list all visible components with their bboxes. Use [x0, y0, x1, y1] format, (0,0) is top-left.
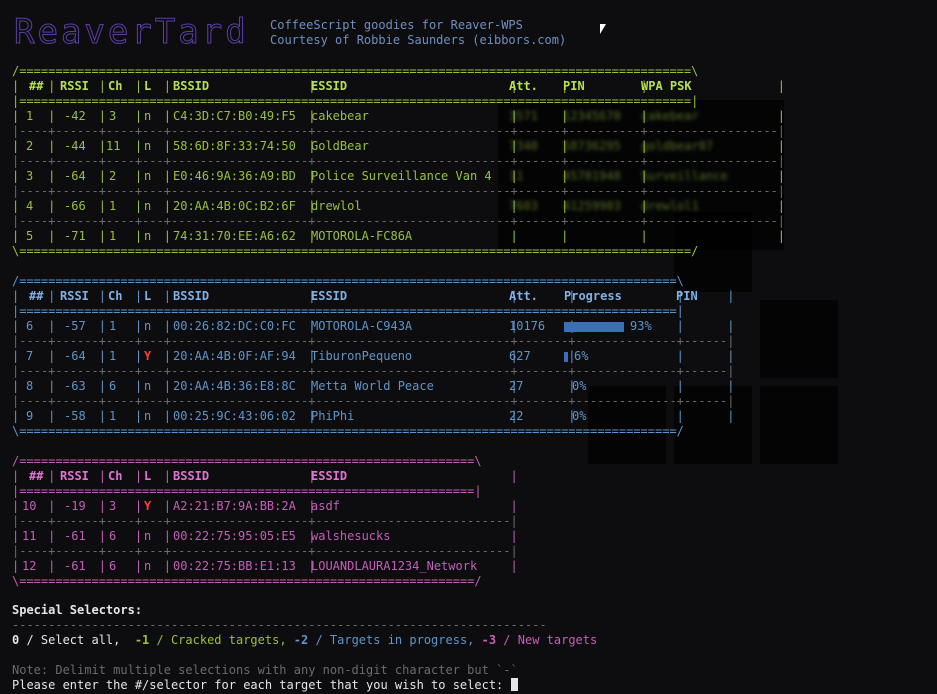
- col-rssi-header: RSSI: [60, 469, 89, 483]
- table-row[interactable]: | | | | | | | 11 -61 6 n 00:22:75:95:05:E5 wal…: [12, 529, 518, 544]
- col-bssid-header: BSSID: [173, 469, 210, 483]
- progress-label: 6%: [574, 349, 589, 363]
- in-progress-targets-table: /=======================================…: [12, 274, 735, 438]
- col-rssi-header: RSSI: [60, 79, 89, 93]
- tagline: CoffeeScript goodies for Reaver-WPS: [270, 18, 523, 32]
- delimiter-note: Note: Delimit multiple selections with a…: [12, 663, 518, 677]
- bg-square: [760, 386, 838, 464]
- col-essid-header: ESSID: [311, 79, 348, 93]
- prompt-text: Please enter the #/selector for each tar…: [12, 678, 511, 692]
- col-att-header: Att.: [509, 79, 538, 93]
- selector-cracked-code: -1: [134, 633, 150, 647]
- locked-indicator: Y: [144, 499, 152, 513]
- cracked-targets-table: /=======================================…: [12, 64, 786, 258]
- selector-progress-code: -2: [293, 633, 309, 647]
- table-header-row: | | | | | | | ## RSSI Ch L BSSID ESSID: [12, 469, 518, 483]
- col-psk-header: WPA PSK: [641, 79, 692, 93]
- credits: Courtesy of Robbie Saunders (eibbors.com…: [270, 33, 567, 47]
- col-essid-header: ESSID: [311, 289, 348, 303]
- selector-new-code: -3: [481, 633, 497, 647]
- selection-prompt[interactable]: Please enter the #/selector for each tar…: [12, 678, 518, 693]
- progress-label: 93%: [630, 319, 652, 333]
- col-lock-header: L: [144, 289, 152, 303]
- progress-bar: [564, 352, 568, 362]
- new-targets-table: /=======================================…: [12, 454, 518, 588]
- col-ch-header: Ch: [108, 469, 123, 483]
- col-progress-header: Progress: [564, 289, 622, 303]
- mouse-cursor-icon: [600, 24, 606, 34]
- col-att-header: Att.: [509, 289, 538, 303]
- locked-indicator: Y: [144, 349, 152, 363]
- table-row[interactable]: | | | | | | | | | | 5 -71 1 n 74:31:70:EE:A6:…: [12, 229, 785, 244]
- table-row[interactable]: | | | | | | | | | | 6 -57 1 n 00:26:82:DC:C0:…: [12, 319, 734, 334]
- table-row[interactable]: | | | | | | | | | | 7 -64 1 Y 20:AA:4B:0F:AF:…: [12, 349, 734, 364]
- table-row[interactable]: | | | | | | | | | | 3 -64 2 n E0:46:9A:36:A9:…: [12, 169, 785, 184]
- table-row[interactable]: | | | | | | | | | | 4 -66 1 n 20:AA:4B:0C:B2:…: [12, 199, 785, 214]
- col-ch-header: Ch: [108, 79, 123, 93]
- table-row[interactable]: | | | | | | | | | | 2 -44 11 n 58:6D:8F:33:74…: [12, 139, 785, 154]
- col-lock-header: L: [144, 469, 152, 483]
- col-lock-header: L: [144, 79, 152, 93]
- app-logo: ReaverTard: [14, 12, 249, 53]
- progress-label: 0%: [572, 409, 587, 423]
- col-ch-header: Ch: [108, 289, 123, 303]
- selector-legend: 0 / Select all, -1 / Cracked targets, -2…: [12, 633, 598, 647]
- table-row[interactable]: | | | | | | | 12 -61 6 n 00:22:75:BB:E1:13 LOU…: [12, 559, 518, 574]
- table-row[interactable]: | | | | | | | | | | 1 -42 3 n C4:3D:C7:B0:49:…: [12, 109, 785, 124]
- table-row[interactable]: | | | | | | | | | | 9 -58 1 n 00:25:9C:43:06:…: [12, 409, 734, 424]
- bg-square: [760, 300, 838, 378]
- col-bssid-header: BSSID: [173, 79, 210, 93]
- col-num-header: ##: [29, 79, 44, 93]
- text-cursor[interactable]: [510, 678, 518, 691]
- progress-bar: [564, 322, 624, 332]
- col-essid-header: ESSID: [311, 469, 348, 483]
- col-num-header: ##: [29, 469, 44, 483]
- divider: ----------------------------------------…: [12, 618, 547, 632]
- col-pin-header: PIN: [676, 289, 698, 303]
- progress-label: 0%: [572, 379, 587, 393]
- table-row[interactable]: | | | | | | | 10 -19 3 Y A2:21:B7:9A:BB:2A asd…: [12, 499, 518, 514]
- col-bssid-header: BSSID: [173, 289, 210, 303]
- table-header-row: | | | | | | | | | | ## RSSI Ch L BSSID ESSID At…: [12, 289, 735, 303]
- table-header-row: | | | | | | | | | | ## RSSI Ch L BSSID ESSID At…: [12, 79, 786, 93]
- col-pin-header: PIN: [563, 79, 585, 93]
- special-selectors-title: Special Selectors:: [12, 603, 143, 617]
- table-row[interactable]: | | | | | | | | | | 8 -63 6 n 20:AA:4B:36:E8:…: [12, 379, 734, 394]
- col-rssi-header: RSSI: [60, 289, 89, 303]
- col-num-header: ##: [29, 289, 44, 303]
